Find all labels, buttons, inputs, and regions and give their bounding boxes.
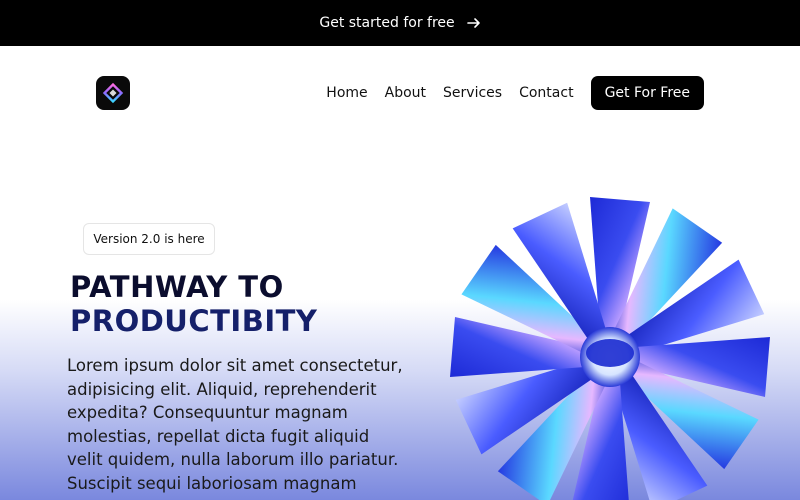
hero-title-line1: PATHWAY TO bbox=[70, 270, 284, 304]
nav-services-link[interactable]: Services bbox=[443, 85, 502, 101]
app-logo-icon[interactable] bbox=[96, 76, 130, 110]
announcement-bar[interactable]: Get started for free bbox=[0, 0, 800, 46]
announcement-text[interactable]: Get started for free bbox=[319, 15, 454, 31]
site-header: Home About Services Contact Get For Free bbox=[0, 46, 800, 140]
iridescent-wheel-illustration bbox=[450, 197, 770, 500]
hero-title-line2: PRODUCTIBITY bbox=[70, 304, 318, 338]
arrow-right-icon bbox=[466, 18, 480, 28]
version-badge[interactable]: Version 2.0 is here bbox=[83, 223, 215, 255]
hero-title: PATHWAY TO PRODUCTIBITY bbox=[70, 270, 317, 338]
nav-home-link[interactable]: Home bbox=[326, 85, 367, 101]
nav-about-link[interactable]: About bbox=[385, 85, 426, 101]
main-nav: Home About Services Contact Get For Free bbox=[326, 76, 704, 110]
hero-description: Lorem ipsum dolor sit amet consectetur, … bbox=[67, 356, 403, 493]
get-for-free-button[interactable]: Get For Free bbox=[590, 76, 704, 110]
nav-contact-link[interactable]: Contact bbox=[519, 85, 573, 101]
